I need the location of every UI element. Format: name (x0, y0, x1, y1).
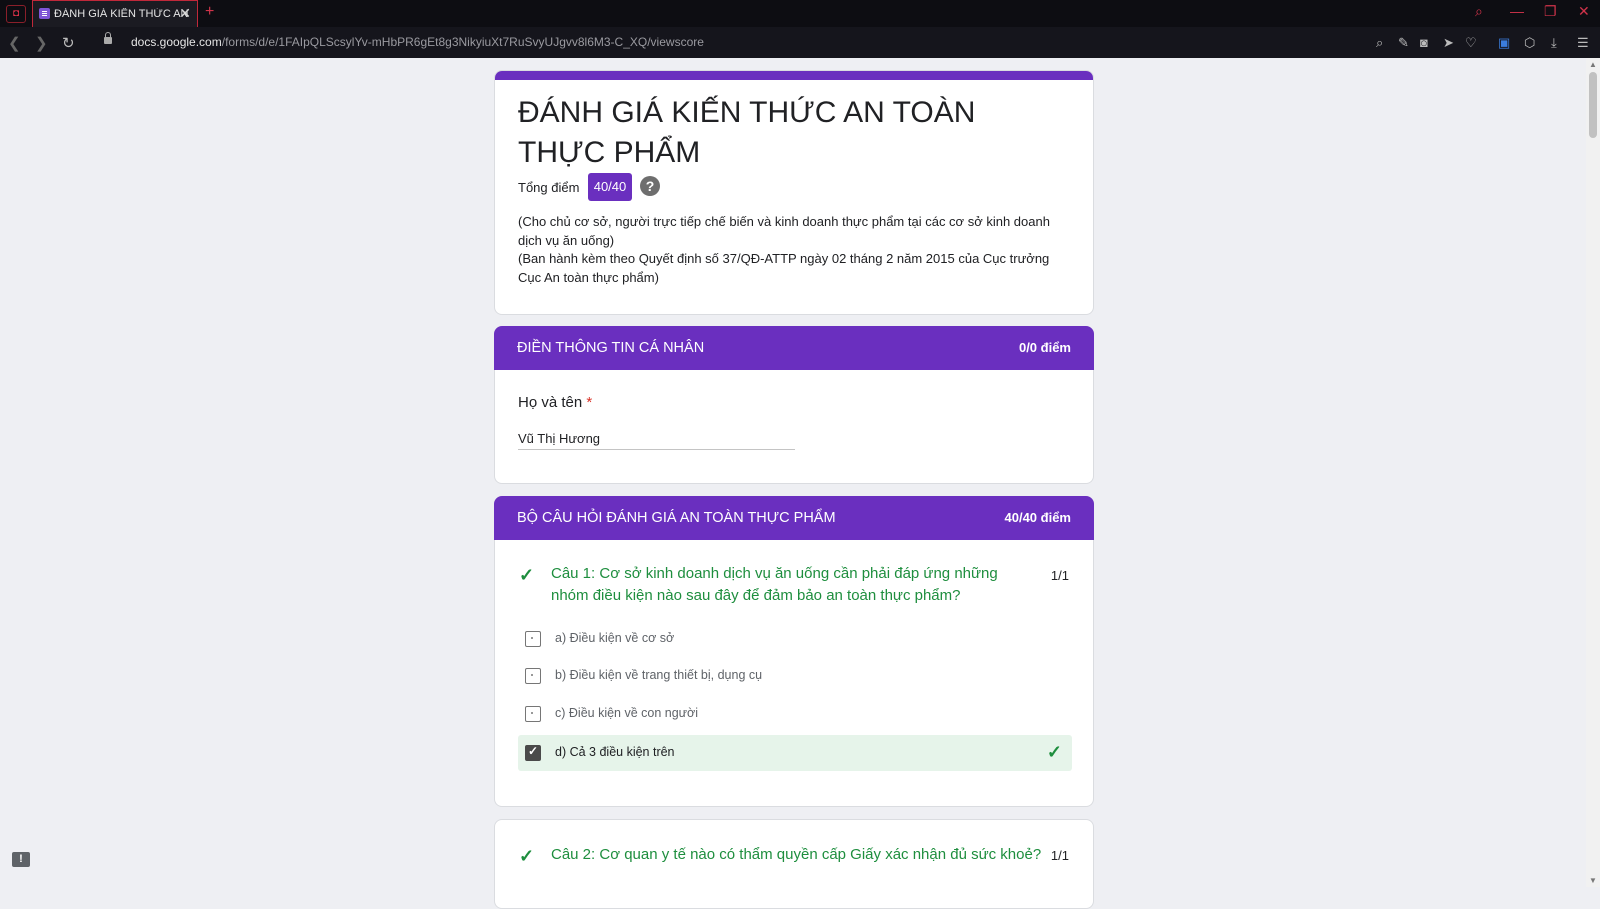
form-header-card: ĐÁNH GIÁ KIẾN THỨC AN TOÀN THỰC PHẨM Tổn… (494, 70, 1094, 315)
check-icon: ✓ (519, 846, 535, 866)
option-b: b) Điều kiện về trang thiết bị, dụng cụ (518, 658, 1072, 694)
minimize-icon[interactable]: — (1510, 3, 1524, 19)
checkbox (525, 631, 541, 647)
description-line: (Cho chủ cơ sở, người trực tiếp chế biến… (518, 214, 1050, 248)
score-badge: 40/40 (588, 173, 632, 201)
window-close-icon[interactable]: ✕ (1578, 3, 1590, 20)
new-tab-button[interactable]: + (205, 3, 214, 21)
url-path: /forms/d/e/1FAIpQLScsylYv-mHbPR6gEt8g3Ni… (221, 35, 704, 49)
question-card-1: ✓ Câu 1: Cơ sở kinh doanh dịch vụ ăn uốn… (494, 540, 1094, 807)
scrollbar-thumb[interactable] (1589, 72, 1597, 138)
heart-icon[interactable]: ♡ (1465, 35, 1477, 51)
name-question-card: Họ và tên * Vũ Thị Hương (494, 370, 1094, 484)
option-a: a) Điều kiện về cơ sở (518, 621, 1072, 657)
form-description: (Cho chủ cơ sở, người trực tiếp chế biến… (518, 213, 1068, 287)
question-text: Câu 1: Cơ sở kinh doanh dịch vụ ăn uống … (551, 565, 998, 604)
section-title: ĐIỀN THÔNG TIN CÁ NHÂN (517, 340, 705, 356)
scroll-down-icon[interactable]: ▼ (1589, 876, 1597, 885)
option-c: c) Điều kiện về con người (518, 696, 1072, 732)
score-label: Tổng điểm (518, 180, 580, 195)
tab-active[interactable]: ĐÁNH GIÁ KIẾN THỨC AN ✕ (32, 0, 198, 27)
checkbox-checked (525, 744, 541, 761)
search-icon[interactable]: ⌕ (1475, 3, 1483, 20)
question-label-text: Họ và tên (518, 394, 583, 411)
help-icon[interactable]: ? (640, 176, 660, 196)
option-label: a) Điều kiện về cơ sở (555, 631, 675, 645)
section-score: 0/0 điểm (1018, 340, 1071, 355)
zoom-icon[interactable]: ⌕ (1376, 35, 1383, 51)
option-label: d) Cả 3 điều kiện trên (555, 745, 675, 759)
description-line: (Ban hành kèm theo Quyết định số 37/QĐ-A… (518, 251, 1050, 285)
address-bar: ❮ ❯ ↻ docs.google.com/forms/d/e/1FAIpQLS… (0, 27, 1600, 58)
option-d-correct: d) Cả 3 điều kiện trên ✓ (518, 735, 1072, 771)
edit-icon[interactable]: ✎ (1398, 35, 1409, 51)
section-score: 40/40 điểm (1004, 510, 1072, 525)
section-title: BỘ CÂU HỎI ĐÁNH GIÁ AN TOÀN THỰC PHẨM (517, 510, 836, 526)
browser-menu-icon[interactable]: ◘ (6, 5, 26, 23)
checkbox (525, 706, 541, 722)
lock-icon (104, 32, 112, 44)
tab-title: ĐÁNH GIÁ KIẾN THỨC AN (54, 8, 189, 20)
menu-icon[interactable]: ☰ (1577, 35, 1589, 51)
option-label: b) Điều kiện về trang thiết bị, dụng cụ (555, 668, 763, 682)
tab-close-icon[interactable]: ✕ (179, 5, 191, 22)
accent-stripe (495, 71, 1093, 80)
question-card-2: ✓ Câu 2: Cơ quan y tế nào có thẩm quyền … (494, 819, 1094, 909)
restore-icon[interactable]: ❐ (1544, 3, 1557, 20)
correct-check-icon: ✓ (1046, 742, 1062, 762)
checkbox (525, 668, 541, 684)
send-icon[interactable]: ➤ (1443, 35, 1454, 51)
feedback-icon[interactable]: ! (12, 852, 30, 867)
question-points: 1/1 (1050, 848, 1069, 863)
reload-icon[interactable]: ↻ (62, 34, 75, 52)
download-icon[interactable]: ⤓ (1551, 35, 1557, 51)
forward-icon[interactable]: ❯ (35, 34, 48, 52)
scrollbar[interactable]: ▲ ▼ (1586, 58, 1600, 887)
translate-icon[interactable]: ▣ (1498, 35, 1510, 51)
forms-favicon-icon (39, 8, 50, 19)
back-icon[interactable]: ❮ (8, 34, 21, 52)
question-text: Câu 2: Cơ quan y tế nào có thẩm quyền cấ… (551, 846, 1042, 863)
section-header-personal-info: ĐIỀN THÔNG TIN CÁ NHÂN 0/0 điểm (494, 326, 1094, 370)
name-answer: Vũ Thị Hương (518, 431, 795, 450)
required-mark: * (586, 394, 593, 411)
question-points: 1/1 (1050, 568, 1069, 583)
tab-bar: ◘ ĐÁNH GIÁ KIẾN THỨC AN ✕ + ⌕ — ❐ ✕ (0, 0, 1600, 27)
extensions-icon[interactable]: ⬡ (1524, 35, 1535, 51)
form-title: ĐÁNH GIÁ KIẾN THỨC AN TOÀN THỰC PHẨM (518, 96, 976, 169)
camera-icon[interactable]: ◙ (1420, 35, 1428, 50)
section-header-quiz: BỘ CÂU HỎI ĐÁNH GIÁ AN TOÀN THỰC PHẨM 40… (494, 496, 1094, 540)
url-field[interactable]: docs.google.com/forms/d/e/1FAIpQLScsylYv… (131, 35, 704, 49)
check-icon: ✓ (519, 565, 535, 585)
question-label: Họ và tên * (518, 394, 592, 411)
url-domain: docs.google.com (131, 35, 222, 49)
scroll-up-icon[interactable]: ▲ (1589, 60, 1597, 69)
option-label: c) Điều kiện về con người (555, 706, 699, 720)
